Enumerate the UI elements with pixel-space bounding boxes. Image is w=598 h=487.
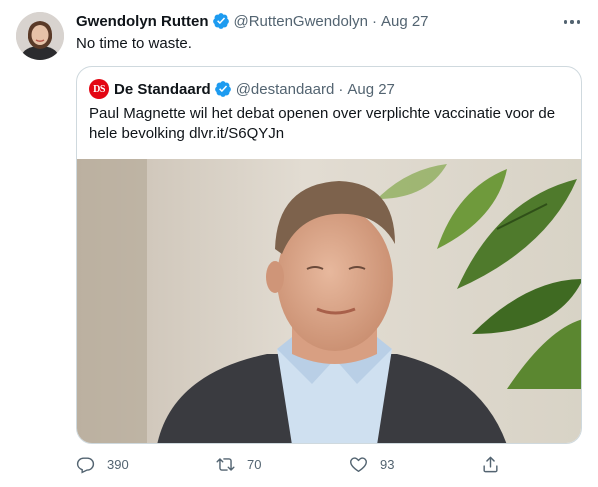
share-button[interactable] xyxy=(481,452,512,476)
like-count: 93 xyxy=(380,456,395,472)
quoted-tweet-text: Paul Magnette wil het debat openen over … xyxy=(89,105,556,142)
quoted-author-avatar: DS xyxy=(89,79,109,99)
quoted-tweet[interactable]: DS De Standaard @destandaard · Aug 27 Pa… xyxy=(76,66,582,444)
quoted-tweet-date: Aug 27 xyxy=(347,80,395,98)
separator-dot: · xyxy=(371,12,377,30)
quoted-tweet-header: DS De Standaard @destandaard · Aug 27 xyxy=(89,79,395,99)
share-icon xyxy=(483,456,498,472)
reply-button[interactable]: 390 xyxy=(76,452,129,476)
retweet-button[interactable]: 70 xyxy=(216,452,261,476)
tweet-actions: 390 70 93 xyxy=(76,452,506,476)
tweet[interactable]: Gwendolyn Rutten @RuttenGwendolyn · Aug … xyxy=(0,0,598,487)
verified-badge-icon xyxy=(214,80,232,98)
like-button[interactable]: 93 xyxy=(349,452,394,476)
quoted-tweet-image[interactable] xyxy=(77,159,581,443)
reply-icon xyxy=(76,456,95,474)
retweet-count: 70 xyxy=(247,456,262,472)
quoted-author-name: De Standaard xyxy=(114,80,211,98)
author-avatar[interactable] xyxy=(16,12,64,60)
tweet-date[interactable]: Aug 27 xyxy=(381,13,429,30)
reply-count: 390 xyxy=(107,456,129,472)
verified-badge-icon xyxy=(212,12,230,30)
tweet-text: No time to waste. xyxy=(76,35,192,52)
like-icon xyxy=(350,456,367,472)
tweet-header: Gwendolyn Rutten @RuttenGwendolyn · Aug … xyxy=(76,11,429,31)
retweet-icon xyxy=(216,457,235,471)
author-name[interactable]: Gwendolyn Rutten xyxy=(76,13,209,30)
author-handle[interactable]: @RuttenGwendolyn xyxy=(234,13,368,30)
quoted-author-handle: @destandaard xyxy=(235,80,335,98)
more-icon[interactable] xyxy=(561,12,583,32)
separator-dot: · xyxy=(338,80,344,98)
